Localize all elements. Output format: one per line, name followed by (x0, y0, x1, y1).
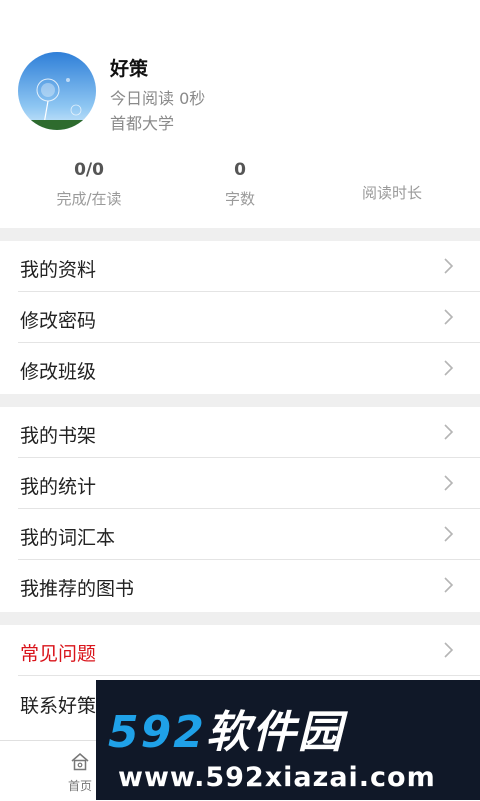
chevron-right-icon (444, 258, 454, 274)
menu-item-change-password[interactable]: 修改密码 (0, 292, 480, 343)
chevron-right-icon (444, 475, 454, 491)
menu-item-label: 我的统计 (20, 476, 97, 498)
menu-item-label: 我推荐的图书 (20, 578, 135, 600)
chevron-right-icon (444, 577, 454, 593)
menu-item-my-vocabulary[interactable]: 我的词汇本 (0, 509, 480, 560)
row-divider (18, 675, 480, 676)
menu-item-label: 联系好策 (20, 695, 97, 717)
menu-item-label: 修改密码 (20, 310, 97, 332)
stat-completed-value: 0/0 (74, 160, 104, 180)
tab-home-label: 首页 (67, 779, 92, 793)
school-name: 首都大学 (110, 114, 175, 133)
stat-completed-label: 完成/在读 (56, 190, 122, 208)
stat-reading-time[interactable]: 阅读时长 (312, 160, 472, 203)
dandelion-avatar-image (18, 52, 96, 130)
section-separator (0, 612, 480, 625)
menu-item-label: 我的词汇本 (20, 527, 116, 549)
watermark-overlay: 592软件园 www.592xiazai.com (96, 680, 480, 800)
menu-item-label: 我的资料 (20, 259, 97, 281)
menu-item-label: 常见问题 (20, 643, 97, 665)
watermark-logo-text: 软件园 (205, 707, 344, 758)
chevron-right-icon (444, 424, 454, 440)
menu-item-my-bookshelf[interactable]: 我的书架 (0, 407, 480, 458)
chevron-right-icon (444, 526, 454, 542)
menu-item-my-profile[interactable]: 我的资料 (0, 241, 480, 292)
stat-reading-time-value (312, 160, 472, 182)
stat-words-value: 0 (234, 160, 246, 180)
chevron-right-icon (444, 309, 454, 325)
stat-words-label: 字数 (224, 190, 255, 208)
chevron-right-icon (444, 360, 454, 376)
menu-item-change-class[interactable]: 修改班级 (0, 343, 480, 394)
menu-item-recommended-books[interactable]: 我推荐的图书 (0, 560, 480, 611)
menu-item-label: 修改班级 (20, 361, 97, 383)
menu-item-my-statistics[interactable]: 我的统计 (0, 458, 480, 509)
stats-row: 0/0 完成/在读 0 字数 阅读时长 (0, 160, 480, 216)
watermark-url: www.592xiazai.com (118, 762, 436, 793)
menu-item-faq[interactable]: 常见问题 (0, 625, 480, 676)
stat-completed[interactable]: 0/0 完成/在读 (9, 160, 169, 209)
chevron-right-icon (444, 642, 454, 658)
section-separator (0, 228, 480, 241)
watermark-logo-number: 592 (108, 707, 206, 758)
watermark-logo: 592软件园 (108, 696, 344, 760)
tab-home[interactable]: 首页 (60, 751, 100, 794)
avatar[interactable] (18, 52, 96, 130)
stat-reading-time-label: 阅读时长 (361, 184, 422, 202)
home-icon (71, 753, 89, 771)
profile-header: 好策 今日阅读 0秒 首都大学 0/0 完成/在读 0 字数 阅读时长 (0, 0, 480, 228)
reading-today: 今日阅读 0秒 (110, 89, 206, 108)
stat-words[interactable]: 0 字数 (160, 160, 320, 209)
section-separator (0, 394, 480, 407)
menu-item-label: 我的书架 (20, 425, 97, 447)
user-name: 好策 (110, 58, 149, 80)
